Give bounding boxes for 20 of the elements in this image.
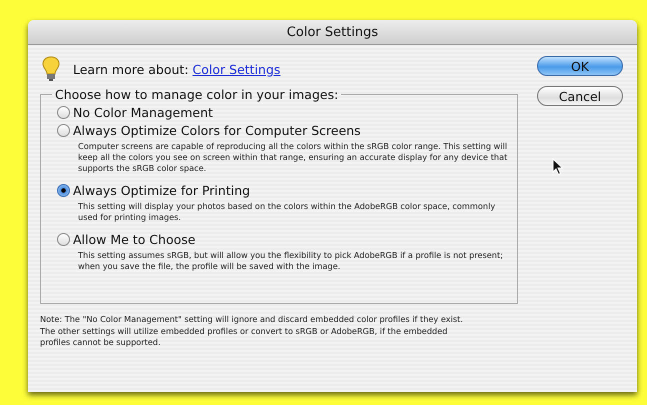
- radio-option[interactable]: No Color Management: [57, 105, 509, 120]
- group-legend: Choose how to manage color in your images:: [52, 87, 342, 102]
- learn-more-label: Learn more about:: [73, 62, 189, 76]
- radio-button[interactable]: [57, 124, 70, 137]
- note-text: Note: The "No Color Management" setting will ignore and discard embedded color profiles if they exist. The other settings will utilize embedded profiles or convert to sRGB or AdobeRGB, if the embedded profiles cannot be supported.: [40, 314, 464, 348]
- radio-option[interactable]: Always Optimize Colors for Computer Screens: [57, 123, 509, 138]
- window-title: Color Settings: [286, 24, 378, 40]
- lightbulb-icon: [42, 56, 60, 82]
- option-description: This setting will display your photos based on the colors within the AdobeRGB color space, commonly used for printing images.: [78, 201, 496, 224]
- radio-button[interactable]: [57, 106, 70, 119]
- radio-button[interactable]: [57, 233, 70, 246]
- mouse-pointer-icon: [552, 158, 564, 176]
- option-description: This setting assumes sRGB, but will allow you the flexibility to pick AdobeRGB if a profile is not present; when you save the file, the profile will be saved with the image.: [78, 250, 504, 272]
- cancel-button[interactable]: Cancel: [537, 86, 623, 106]
- radio-option[interactable]: Always Optimize for Printing: [57, 183, 509, 198]
- option-description: Computer screens are capable of reproducing all the colors within the sRGB color range. This setting will keep all the colors you see on screen within that range, ensuring an accurate display for any device that supports the sRGB color space.: [78, 141, 508, 174]
- radio-option[interactable]: Allow Me to Choose: [57, 232, 509, 248]
- ok-button[interactable]: OK: [537, 56, 623, 76]
- color-settings-link[interactable]: Color Settings: [192, 62, 280, 76]
- radio-button[interactable]: [57, 184, 70, 198]
